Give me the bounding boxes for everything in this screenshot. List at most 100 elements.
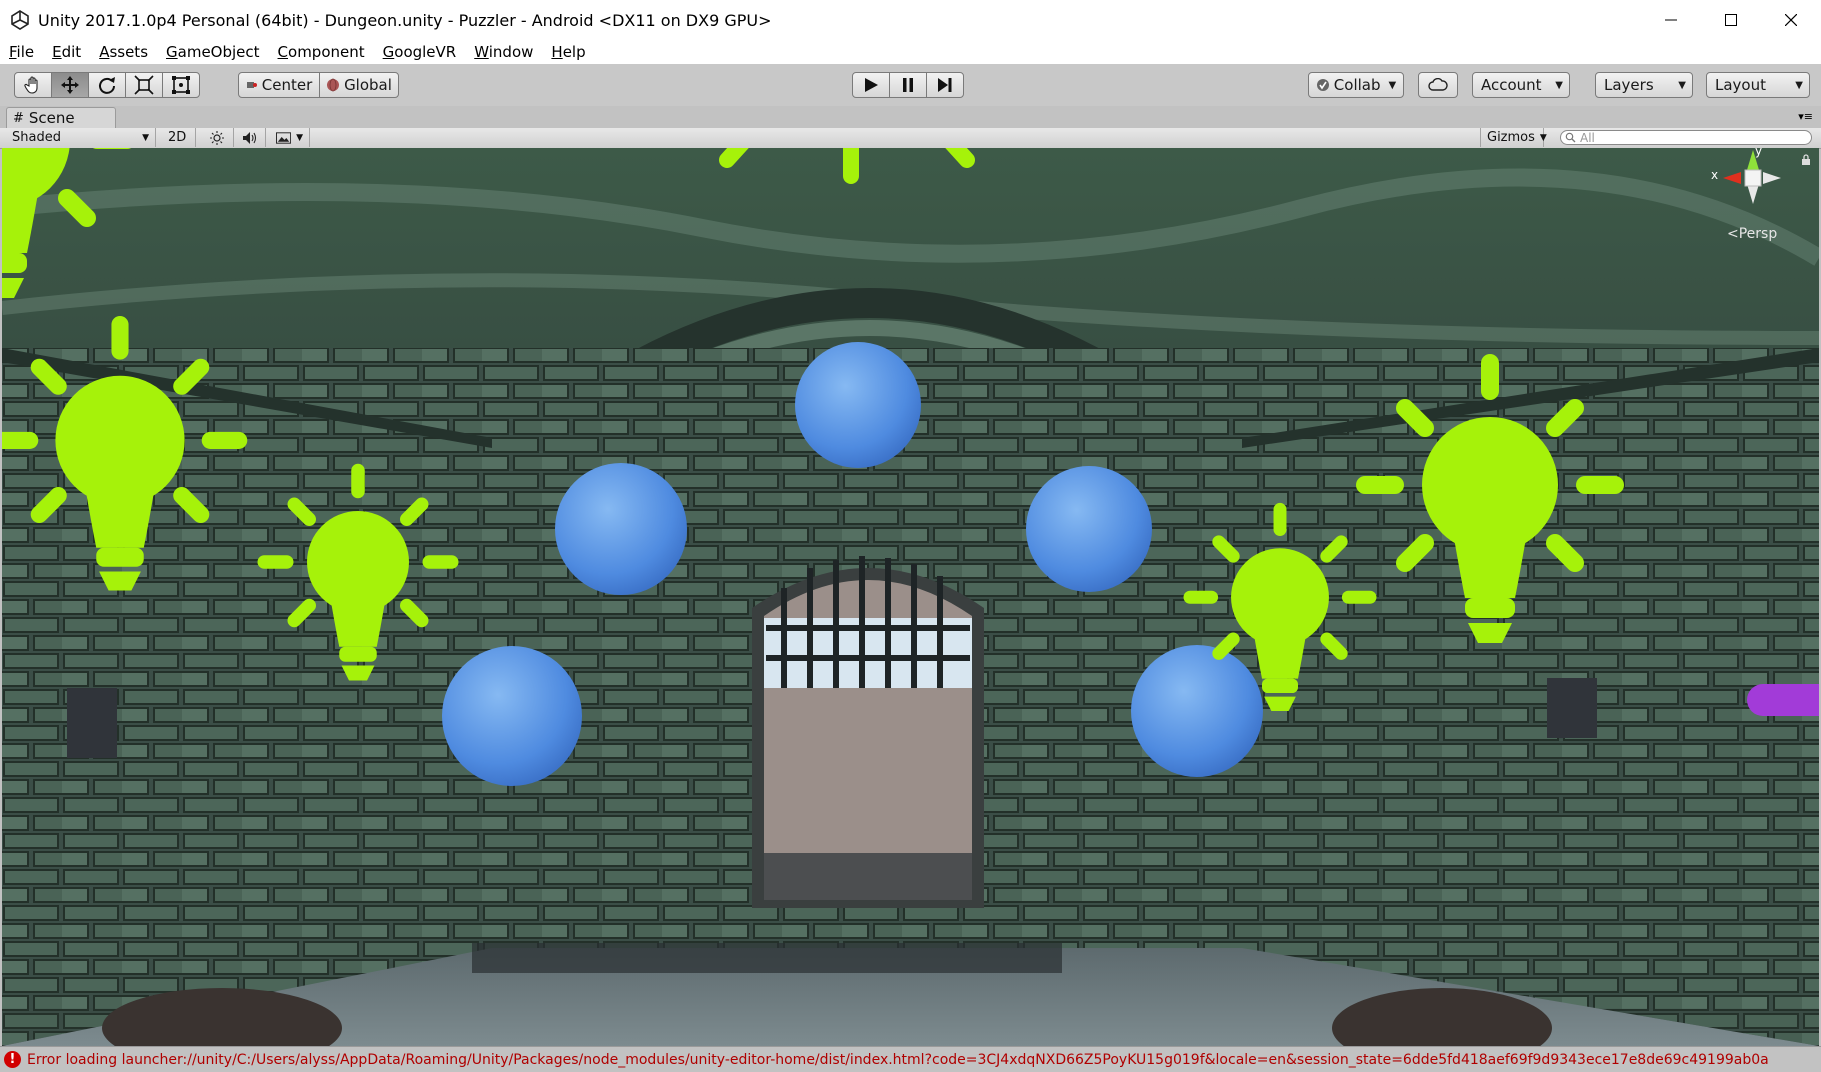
scene-view-toolbar: Shaded ▼ 2D ▼ Gizmos ▼ All: [0, 128, 1821, 149]
cloud-button[interactable]: [1418, 72, 1458, 98]
projection-arrow-icon: <: [1727, 226, 1739, 242]
cloud-group: [1418, 72, 1458, 98]
space-global-button[interactable]: Global: [319, 72, 399, 98]
menu-googlevr[interactable]: GoogleVR: [374, 43, 466, 61]
close-button[interactable]: [1761, 0, 1821, 40]
scale-tool-button[interactable]: [125, 72, 163, 98]
menu-file[interactable]: File: [0, 43, 43, 61]
move-arrows-icon: [61, 76, 79, 94]
menu-assets[interactable]: Assets: [90, 43, 157, 61]
pivot-center-button[interactable]: Center: [238, 72, 320, 98]
status-bar[interactable]: ! Error loading launcher://unity/C:/User…: [0, 1046, 1821, 1072]
menu-component[interactable]: Component: [269, 43, 374, 61]
gizmos-dropdown[interactable]: Gizmos ▼: [1480, 128, 1547, 147]
unity-logo-icon: [11, 10, 29, 30]
move-tool-button[interactable]: [51, 72, 89, 98]
window-title: Unity 2017.1.0p4 Personal (64bit) - Dung…: [38, 10, 772, 30]
scene-render: [2, 148, 1819, 1046]
rect-tool-button[interactable]: [162, 72, 200, 98]
scene-viewport[interactable]: y x <Persp: [2, 148, 1819, 1046]
gizmo-y-label: y: [1755, 148, 1763, 158]
speaker-icon: [243, 131, 257, 144]
playback-controls: [852, 72, 964, 98]
projection-label: Persp: [1738, 226, 1778, 242]
menu-help[interactable]: Help: [542, 43, 594, 61]
tab-scene[interactable]: # Scene: [6, 107, 116, 128]
transform-tools: [14, 72, 200, 98]
scale-icon: [134, 75, 154, 95]
step-icon: [938, 78, 952, 92]
scene-tab-bar: # Scene ▾≡: [0, 106, 1821, 129]
account-group: Account ▼: [1472, 72, 1570, 98]
pivot-icon: [246, 82, 257, 88]
lock-icon[interactable]: [1801, 154, 1811, 166]
pause-button[interactable]: [889, 72, 927, 98]
minimize-button[interactable]: [1641, 0, 1701, 40]
layout-dropdown[interactable]: Layout ▼: [1706, 72, 1810, 98]
account-label: Account: [1481, 76, 1542, 94]
gizmos-dropdown-arrow-icon: ▼: [1539, 132, 1547, 143]
globe-icon: [327, 78, 340, 92]
rotate-icon: [99, 77, 115, 94]
rect-transform-icon: [172, 76, 190, 94]
space-global-label: Global: [344, 76, 392, 94]
gizmos-label: Gizmos: [1487, 130, 1535, 145]
menu-gameobject[interactable]: GameObject: [157, 43, 269, 61]
shading-mode-dropdown[interactable]: Shaded ▼: [6, 128, 156, 147]
tab-menu-icon[interactable]: ▾≡: [1798, 110, 1813, 123]
image-effects-icon: [276, 131, 292, 144]
step-button[interactable]: [926, 72, 964, 98]
scene-search-placeholder: All: [1580, 130, 1595, 145]
account-dropdown-arrow-icon: ▼: [1555, 79, 1563, 91]
layers-label: Layers: [1604, 76, 1654, 94]
main-toolbar: Center Global Collab ▼ Account ▼ Layers …: [0, 64, 1821, 107]
sphere[interactable]: [1026, 466, 1152, 592]
sphere[interactable]: [555, 463, 687, 595]
orientation-gizmo[interactable]: y x <Persp: [1703, 148, 1813, 258]
layout-dropdown-arrow-icon: ▼: [1795, 79, 1803, 91]
maximize-button[interactable]: [1701, 0, 1761, 40]
menu-edit[interactable]: Edit: [43, 43, 90, 61]
status-error-message: Error loading launcher://unity/C:/Users/…: [27, 1051, 1769, 1068]
collab-group: Collab ▼: [1308, 72, 1404, 98]
rotate-tool-button[interactable]: [88, 72, 126, 98]
search-icon: [1565, 132, 1576, 143]
collab-dropdown[interactable]: Collab ▼: [1308, 72, 1404, 98]
cloud-icon: [1428, 78, 1448, 91]
layout-label: Layout: [1715, 76, 1766, 94]
toggle-2d-button[interactable]: 2D: [162, 128, 196, 147]
layers-dropdown[interactable]: Layers ▼: [1595, 72, 1693, 98]
sphere[interactable]: [442, 646, 582, 786]
effects-dropdown-arrow-icon: ▼: [296, 132, 303, 143]
layers-dropdown-arrow-icon: ▼: [1678, 79, 1686, 91]
pivot-toggles: Center Global: [238, 72, 399, 98]
shading-dropdown-arrow-icon: ▼: [142, 132, 149, 143]
menu-bar: File Edit Assets GameObject Component Go…: [0, 40, 1821, 64]
play-icon: [865, 78, 878, 92]
play-button[interactable]: [852, 72, 890, 98]
sphere[interactable]: [1131, 645, 1263, 777]
sphere[interactable]: [795, 342, 921, 468]
tab-scene-label: Scene: [28, 109, 75, 127]
menu-window[interactable]: Window: [465, 43, 542, 61]
layout-group: Layout ▼: [1706, 72, 1810, 98]
scene-audio-toggle[interactable]: [236, 128, 266, 147]
projection-toggle[interactable]: <Persp: [1727, 226, 1777, 242]
hand-icon: [24, 76, 38, 94]
sun-icon: [210, 130, 224, 145]
shading-mode-label: Shaded: [12, 130, 61, 145]
layers-group: Layers ▼: [1595, 72, 1693, 98]
window-title-bar: Unity 2017.1.0p4 Personal (64bit) - Dung…: [0, 0, 1821, 41]
gizmo-x-label: x: [1711, 168, 1719, 182]
scene-lighting-toggle[interactable]: [204, 128, 234, 147]
collab-dropdown-arrow-icon: ▼: [1388, 79, 1397, 91]
hand-tool-button[interactable]: [14, 72, 52, 98]
scene-search-input[interactable]: All: [1560, 130, 1812, 145]
scene-effects-dropdown[interactable]: ▼: [270, 128, 310, 147]
toggle-2d-label: 2D: [168, 130, 187, 145]
check-circle-icon: [1316, 79, 1329, 91]
maximize-icon: [1725, 14, 1737, 26]
account-dropdown[interactable]: Account ▼: [1472, 72, 1570, 98]
selected-object-outline[interactable]: [1747, 684, 1819, 716]
minimize-icon: [1665, 19, 1677, 21]
